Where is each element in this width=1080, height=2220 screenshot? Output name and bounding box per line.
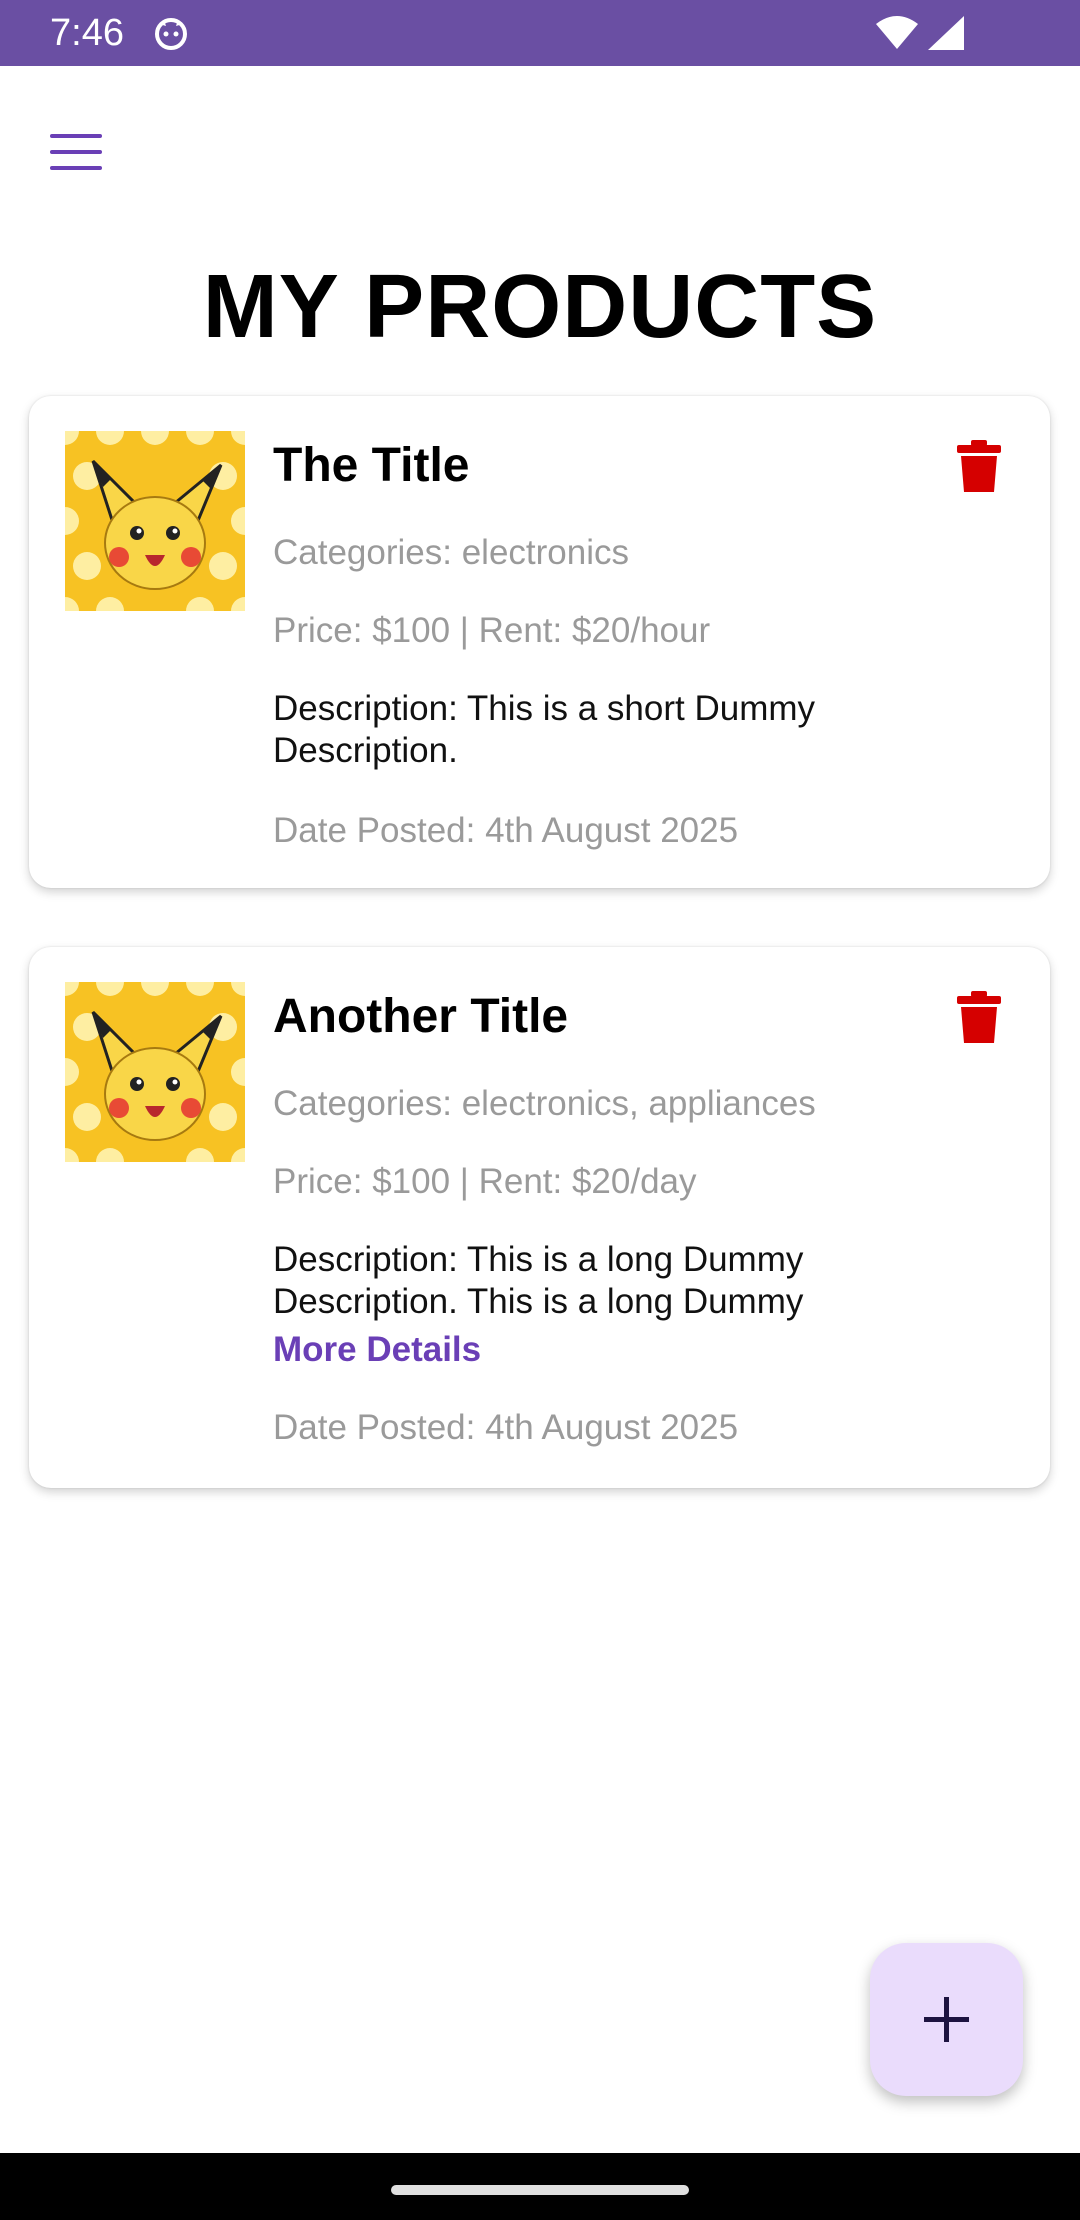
product-categories: Categories: electronics, appliances [273, 1084, 816, 1123]
product-price: Price: $100 | Rent: $20/day [273, 1162, 697, 1201]
home-gesture-handle[interactable] [391, 2185, 689, 2195]
product-thumbnail [65, 431, 245, 611]
page-title: MY PRODUCTS [202, 257, 878, 357]
product-title: Another Title [273, 990, 569, 1043]
trash-icon [957, 991, 1001, 1043]
more-details-link[interactable]: More Details [273, 1329, 481, 1371]
navigation-bar [0, 2153, 1080, 2220]
signal-icon [928, 16, 964, 50]
product-description: Description: This is a short Dummy Descr… [273, 689, 816, 770]
product-title: The Title [273, 439, 470, 492]
delete-button[interactable] [957, 991, 1001, 1043]
product-categories: Categories: electronics [273, 533, 629, 572]
trash-icon [957, 440, 1001, 492]
status-time: 7:46 [50, 12, 124, 54]
product-price: Price: $100 | Rent: $20/hour [273, 611, 711, 650]
delete-button[interactable] [957, 440, 1001, 492]
product-card: Another Title Categories: electronics, a… [29, 947, 1050, 1488]
product-description: Description: This is a long Dummy Descri… [273, 1240, 804, 1321]
product-card: The Title Categories: electronics Price:… [29, 396, 1050, 888]
status-icons [875, 16, 964, 55]
status-bar: 7:46 [0, 0, 1080, 66]
plus-icon [924, 1997, 969, 2042]
add-product-button[interactable] [870, 1943, 1023, 2096]
product-thumbnail [65, 982, 245, 1162]
product-date: Date Posted: 4th August 2025 [273, 811, 739, 850]
wifi-icon [875, 16, 918, 49]
menu-button[interactable] [50, 134, 104, 170]
product-date: Date Posted: 4th August 2025 [273, 1408, 739, 1447]
notification-face-icon [155, 18, 187, 50]
